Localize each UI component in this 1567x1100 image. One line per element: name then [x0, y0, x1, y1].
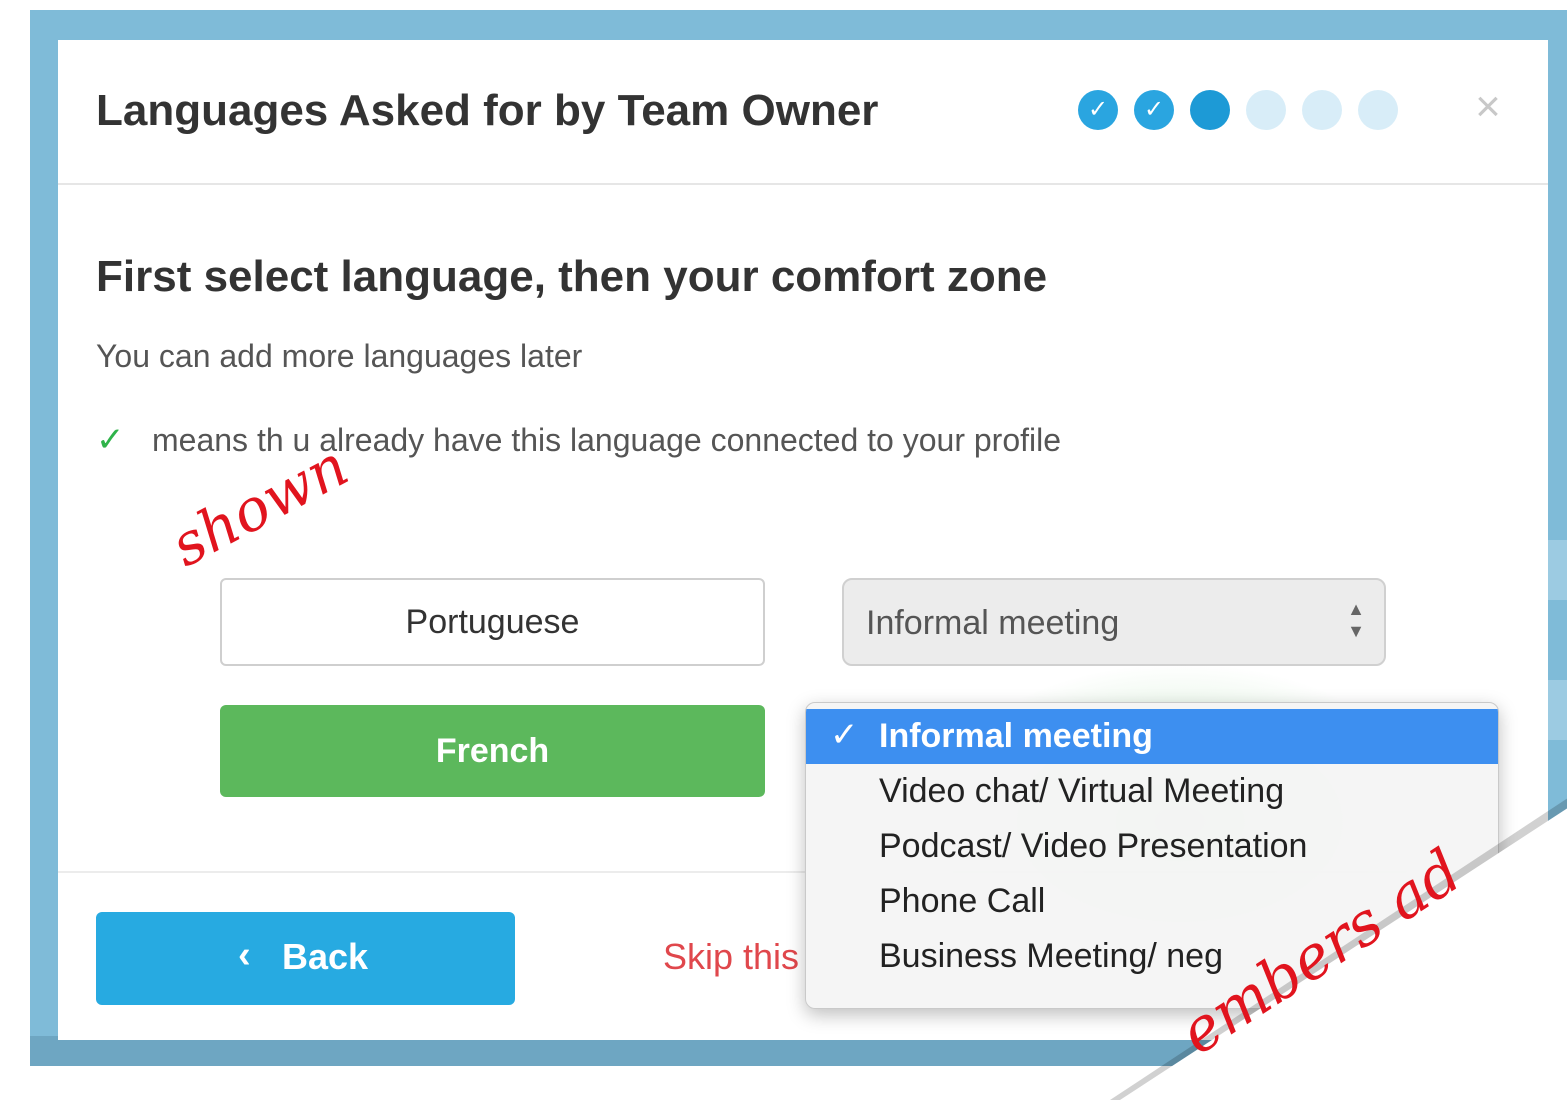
select-arrows-icon: ▲ ▼	[1347, 599, 1365, 641]
step-6-todo-icon	[1358, 90, 1398, 130]
dropdown-option-label: Informal meeting	[879, 717, 1153, 755]
step-4-todo-icon	[1246, 90, 1286, 130]
step-5-todo-icon	[1302, 90, 1342, 130]
hint-text: You can add more languages later	[96, 338, 583, 374]
skip-link[interactable]: Skip this	[663, 936, 799, 978]
section-subtitle: First select language, then your comfort…	[96, 252, 1048, 301]
dropdown-option-label: Business Meeting/ neg	[879, 937, 1223, 975]
language-button-french[interactable]: French	[220, 705, 765, 797]
modal-header: Languages Asked for by Team Owner ✓ ✓ ×	[58, 40, 1548, 185]
dropdown-option-informal-meeting[interactable]: ✓ Informal meeting	[806, 709, 1498, 764]
check-icon: ✓	[96, 421, 125, 459]
comfort-zone-select-value: Informal meeting	[866, 604, 1120, 642]
check-icon: ✓	[830, 716, 859, 754]
language-button-portuguese[interactable]: Portuguese	[220, 578, 765, 666]
dropdown-option-label: Podcast/ Video Presentation	[879, 827, 1308, 865]
chevron-left-icon: ‹	[238, 934, 251, 976]
dropdown-option-video-chat[interactable]: Video chat/ Virtual Meeting	[806, 764, 1498, 819]
comfort-zone-select[interactable]: Informal meeting ▲ ▼	[842, 578, 1386, 666]
step-3-current-icon	[1190, 90, 1230, 130]
step-2-done-icon: ✓	[1134, 90, 1174, 130]
dropdown-option-label: Video chat/ Virtual Meeting	[879, 772, 1285, 810]
back-button-label: Back	[282, 936, 369, 977]
back-button[interactable]: ‹ Back	[96, 912, 515, 1005]
dropdown-option-label: Phone Call	[879, 882, 1046, 920]
step-1-done-icon: ✓	[1078, 90, 1118, 130]
close-icon[interactable]: ×	[1468, 84, 1508, 130]
modal-title: Languages Asked for by Team Owner	[96, 86, 879, 135]
